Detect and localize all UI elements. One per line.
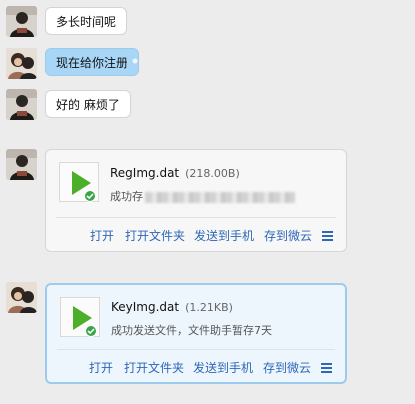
file-play-icon[interactable] (60, 297, 100, 337)
file-status-text: 成功存 (110, 190, 143, 203)
message-bubble: 多长时间呢 (45, 7, 128, 35)
avatar-self[interactable] (6, 282, 37, 313)
file-name: RegImg.dat (218.00B) (110, 166, 240, 180)
redacted-text (145, 191, 295, 203)
file-card[interactable]: RegImg.dat (218.00B) 成功存 打开 打开文件夹 发送到手机 存… (45, 149, 347, 252)
file-status: 成功存 (110, 188, 295, 204)
save-to-cloud-button[interactable]: 存到微云 (263, 359, 311, 376)
file-size: (218.00B) (185, 167, 240, 180)
avatar-self[interactable] (6, 48, 37, 79)
file-name-text: KeyImg.dat (111, 300, 180, 314)
file-actions: 打开 打开文件夹 发送到手机 存到微云 (47, 359, 345, 379)
bubble-tail-icon (127, 58, 139, 68)
file-name-text: RegImg.dat (110, 166, 180, 180)
open-button[interactable]: 打开 (89, 359, 113, 376)
send-to-phone-button[interactable]: 发送到手机 (194, 227, 254, 244)
file-card[interactable]: KeyImg.dat (1.21KB) 成功发送文件，文件助手暂存7天 打开 打开… (45, 283, 347, 384)
avatar-contact[interactable] (6, 89, 37, 120)
file-status: 成功发送文件，文件助手暂存7天 (111, 324, 272, 337)
file-play-icon[interactable] (59, 162, 99, 202)
send-to-phone-button[interactable]: 发送到手机 (193, 359, 253, 376)
divider (57, 349, 335, 350)
file-name: KeyImg.dat (1.21KB) (111, 300, 233, 314)
file-actions: 打开 打开文件夹 发送到手机 存到微云 (46, 227, 346, 247)
message-bubble: 好的 麻烦了 (45, 90, 131, 118)
more-menu-icon[interactable] (322, 231, 333, 241)
open-button[interactable]: 打开 (90, 227, 114, 244)
avatar-contact[interactable] (6, 149, 37, 180)
avatar-contact[interactable] (6, 6, 37, 37)
more-menu-icon[interactable] (321, 363, 332, 373)
open-folder-button[interactable]: 打开文件夹 (124, 359, 184, 376)
file-size: (1.21KB) (185, 301, 233, 314)
divider (56, 217, 336, 218)
save-to-cloud-button[interactable]: 存到微云 (264, 227, 312, 244)
message-bubble: 现在给你注册 (45, 48, 140, 76)
open-folder-button[interactable]: 打开文件夹 (125, 227, 185, 244)
